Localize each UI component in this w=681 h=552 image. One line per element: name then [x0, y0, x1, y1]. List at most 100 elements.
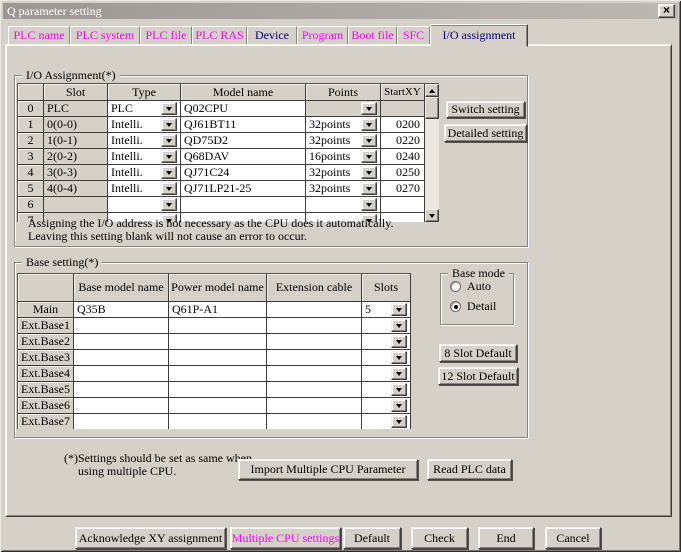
dropdown-button[interactable] [391, 415, 407, 428]
io-cell-slot[interactable]: 2(0-2) [44, 149, 108, 165]
tab-program[interactable]: Program [297, 26, 348, 44]
title-bar[interactable]: Q parameter setting × [3, 3, 678, 19]
base-cell-power[interactable] [169, 382, 267, 398]
io-cell-type[interactable]: Intelli. [108, 181, 181, 197]
base-cell-model[interactable] [74, 414, 169, 429]
io-cell-startxy[interactable]: 0200 [381, 117, 425, 133]
io-cell-type[interactable] [108, 197, 181, 213]
base-cell-slots[interactable] [362, 382, 411, 398]
base-cell-power[interactable] [169, 334, 267, 350]
tab-device[interactable]: Device [247, 26, 297, 44]
base-cell-extension[interactable] [267, 302, 362, 318]
io-cell-points[interactable]: 16points [306, 149, 381, 165]
io-cell-startxy[interactable]: 0220 [381, 133, 425, 149]
base-cell-power[interactable] [169, 366, 267, 382]
io-cell-startxy[interactable]: 0250 [381, 165, 425, 181]
io-cell-points[interactable] [306, 101, 381, 117]
dropdown-button[interactable] [161, 134, 177, 147]
io-cell-startxy[interactable] [381, 101, 425, 117]
tab-i-o-assignment[interactable]: I/O assignment [430, 24, 528, 47]
dropdown-button[interactable] [161, 150, 177, 163]
tab-plc-file[interactable]: PLC file [140, 26, 192, 44]
base-cell-slots[interactable] [362, 350, 411, 366]
dropdown-button[interactable] [361, 150, 377, 163]
io-cell-startxy[interactable]: 0240 [381, 149, 425, 165]
dropdown-button[interactable] [161, 182, 177, 195]
base-cell-model[interactable] [74, 318, 169, 334]
base-cell-extension[interactable] [267, 382, 362, 398]
radio-detail[interactable]: Detail [450, 299, 513, 314]
base-cell-power[interactable] [169, 398, 267, 414]
multiple-cpu-settings-button[interactable]: Multiple CPU settings [230, 527, 341, 549]
base-cell-power[interactable] [169, 414, 267, 429]
dropdown-button[interactable] [391, 335, 407, 348]
end-button[interactable]: End [478, 527, 534, 549]
io-cell-model[interactable]: QJ71C24 [181, 165, 306, 181]
base-cell-extension[interactable] [267, 334, 362, 350]
io-cell-type[interactable]: PLC [108, 101, 181, 117]
io-cell-points[interactable] [306, 197, 381, 213]
dropdown-button[interactable] [161, 166, 177, 179]
dropdown-button[interactable] [161, 198, 177, 211]
twelve-slot-default-button[interactable]: 12 Slot Default [438, 367, 518, 385]
base-cell-slots[interactable] [362, 366, 411, 382]
detailed-setting-button[interactable]: Detailed setting [444, 124, 527, 142]
tab-plc-ras[interactable]: PLC RAS [192, 26, 247, 44]
base-cell-model[interactable] [74, 366, 169, 382]
dropdown-button[interactable] [361, 134, 377, 147]
base-cell-extension[interactable] [267, 414, 362, 429]
io-cell-type[interactable]: Intelli. [108, 165, 181, 181]
import-multiple-cpu-parameter-button[interactable]: Import Multiple CPU Parameter [238, 459, 418, 480]
io-cell-type[interactable]: Intelli. [108, 117, 181, 133]
dropdown-button[interactable] [391, 383, 407, 396]
base-cell-model[interactable] [74, 334, 169, 350]
base-cell-model[interactable] [74, 382, 169, 398]
tab-sfc[interactable]: SFC [397, 26, 430, 44]
radio-auto[interactable]: Auto [450, 279, 513, 294]
check-button[interactable]: Check [411, 527, 468, 549]
dropdown-button[interactable] [361, 198, 377, 211]
io-cell-model[interactable] [181, 197, 306, 213]
io-cell-slot[interactable]: 4(0-4) [44, 181, 108, 197]
base-cell-extension[interactable] [267, 366, 362, 382]
base-cell-slots[interactable] [362, 318, 411, 334]
io-cell-startxy[interactable]: 0270 [381, 181, 425, 197]
dropdown-button[interactable] [391, 303, 407, 316]
dropdown-button[interactable] [361, 118, 377, 131]
dropdown-button[interactable] [161, 118, 177, 131]
base-cell-extension[interactable] [267, 350, 362, 366]
scrollbar-thumb[interactable] [425, 97, 439, 119]
cancel-button[interactable]: Cancel [545, 527, 601, 549]
close-button[interactable]: × [658, 4, 675, 18]
io-cell-model[interactable]: QJ71LP21-25 [181, 181, 306, 197]
io-cell-points[interactable]: 32points [306, 117, 381, 133]
base-cell-slots[interactable] [362, 334, 411, 350]
default-button[interactable]: Default [343, 527, 401, 549]
dropdown-button[interactable] [361, 102, 377, 115]
io-cell-model[interactable]: Q02CPU [181, 101, 306, 117]
base-cell-slots[interactable] [362, 398, 411, 414]
dropdown-button[interactable] [391, 367, 407, 380]
base-cell-power[interactable] [169, 318, 267, 334]
base-cell-model[interactable]: Q35B [74, 302, 169, 318]
io-cell-model[interactable]: QJ61BT11 [181, 117, 306, 133]
dropdown-button[interactable] [391, 351, 407, 364]
io-cell-startxy[interactable] [381, 197, 425, 213]
scroll-up-button[interactable] [425, 84, 439, 97]
dropdown-button[interactable] [161, 102, 177, 115]
eight-slot-default-button[interactable]: 8 Slot Default [439, 344, 517, 362]
io-cell-slot[interactable]: 1(0-1) [44, 133, 108, 149]
io-cell-slot[interactable]: 0(0-0) [44, 117, 108, 133]
base-cell-extension[interactable] [267, 318, 362, 334]
io-cell-model[interactable]: Q68DAV [181, 149, 306, 165]
io-cell-type[interactable]: Intelli. [108, 149, 181, 165]
dropdown-button[interactable] [391, 399, 407, 412]
io-cell-slot[interactable]: 3(0-3) [44, 165, 108, 181]
base-cell-model[interactable] [74, 398, 169, 414]
base-cell-extension[interactable] [267, 398, 362, 414]
tab-plc-system[interactable]: PLC system [70, 26, 140, 44]
io-cell-points[interactable]: 32points [306, 165, 381, 181]
dropdown-button[interactable] [361, 166, 377, 179]
acknowledge-xy-assignment-button[interactable]: Acknowledge XY assignment [75, 527, 226, 549]
io-cell-points[interactable]: 32points [306, 181, 381, 197]
